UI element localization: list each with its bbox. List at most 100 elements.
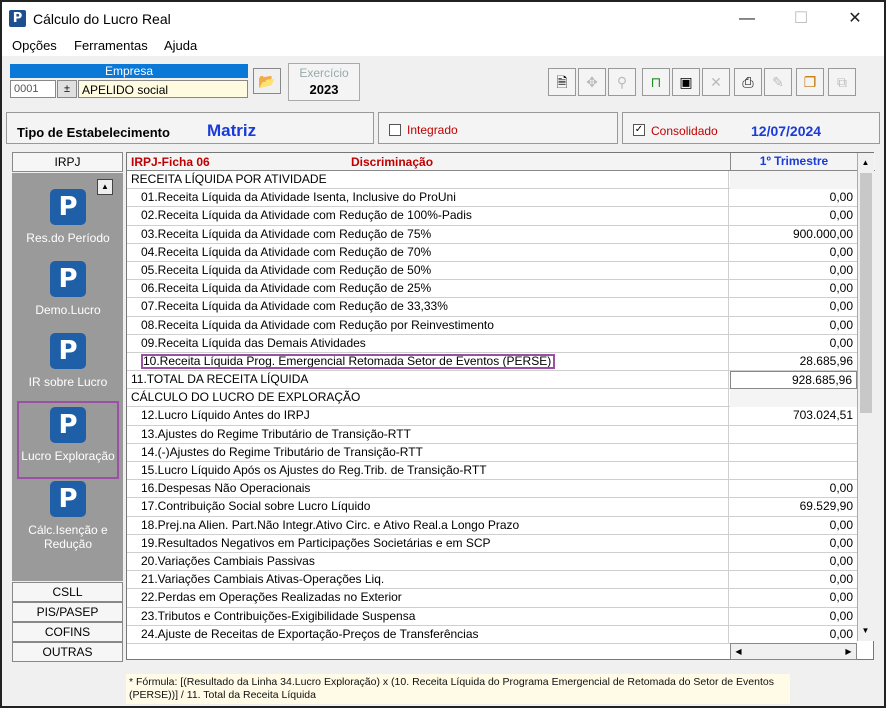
minimize-button[interactable]: — [724,6,770,32]
document-button[interactable]: 🗎 [548,68,576,96]
table-row[interactable]: 11.TOTAL DA RECEITA LÍQUIDA 928.685,96 [127,371,857,390]
table-row[interactable]: 19.Resultados Negativos em Participações… [127,534,857,553]
scroll-right-arrow-icon[interactable]: ▶ [841,644,856,659]
empresa-name-field[interactable]: APELIDO social [78,80,248,98]
table-row[interactable]: 16.Despesas Não Operacionais 0,00 [127,480,857,499]
row-value[interactable]: 0,00 [730,517,857,535]
row-value[interactable]: 0,00 [730,571,857,589]
tab-outras[interactable]: OUTRAS [12,642,123,662]
menu-opcoes[interactable]: Opções [12,38,57,53]
item-ir-sobre-lucro[interactable]: P IR sobre Lucro [17,333,119,389]
row-value[interactable]: 69.529,90 [730,498,857,516]
ficha-grid: IRPJ-Ficha 06 Discriminação 1º Trimestre… [126,152,875,660]
menu-ferramentas[interactable]: Ferramentas [74,38,148,53]
scroll-up-arrow-icon[interactable]: ▲ [858,155,873,170]
row-value[interactable]: 0,00 [730,189,857,207]
copy-button[interactable]: ❐ [796,68,824,96]
period-header[interactable]: 1º Trimestre [730,153,857,170]
table-row[interactable]: 17.Contribuição Social sobre Lucro Líqui… [127,498,857,517]
row-value[interactable]: 0,00 [730,608,857,626]
row-value[interactable]: 0,00 [730,480,857,498]
table-row[interactable]: 23.Tributos e Contribuições-Exigibilidad… [127,607,857,626]
consolidado-box: ✓ Consolidado 12/07/2024 [622,112,880,144]
search-button[interactable]: ⚲ [608,68,636,96]
row-value[interactable]: 0,00 [730,626,857,644]
discriminacao-header: Discriminação [351,155,434,169]
row-value[interactable] [730,462,857,480]
row-value[interactable]: 900.000,00 [730,226,857,244]
table-row[interactable]: 15.Lucro Líquido Após os Ajustes do Reg.… [127,462,857,481]
table-row[interactable]: 22.Perdas em Operações Realizadas no Ext… [127,589,857,608]
row-value[interactable]: 0,00 [730,280,857,298]
row-value[interactable]: 928.685,96 [730,371,857,390]
row-value[interactable]: 703.024,51 [730,407,857,425]
row-value[interactable]: 0,00 [730,335,857,353]
horizontal-scrollbar[interactable]: ◀ ▶ [730,643,857,660]
table-row[interactable]: 24.Ajuste de Receitas de Exportação-Preç… [127,625,857,644]
ficha-title: IRPJ-Ficha 06 [131,155,210,169]
table-row[interactable]: 02.Receita Líquida da Atividade com Redu… [127,207,857,226]
tipo-label: Tipo de Estabelecimento [17,125,170,140]
row-value[interactable]: 0,00 [730,244,857,262]
table-row[interactable]: 09.Receita Líquida das Demais Atividades… [127,334,857,353]
empresa-code-field[interactable]: 0001 [10,80,56,98]
table-row[interactable]: 20.Variações Cambiais Passivas 0,00 [127,552,857,572]
row-value[interactable]: 0,00 [730,553,857,571]
item-calc-isencao[interactable]: P Cálc.Isenção e Redução [17,481,119,551]
date-label: 12/07/2024 [751,123,822,139]
row-value[interactable]: 0,00 [730,317,857,335]
tab-pis-pasep[interactable]: PIS/PASEP [12,602,123,622]
row-value[interactable]: 0,00 [730,535,857,553]
lock-button[interactable]: ⊓ [642,68,670,96]
search-icon: ⚲ [616,74,628,90]
table-row[interactable]: 06.Receita Líquida da Atividade com Redu… [127,280,857,299]
row-value[interactable] [730,444,857,462]
table-row[interactable]: 21.Variações Cambiais Ativas-Operações L… [127,571,857,590]
table-row[interactable]: 07.Receita Líquida da Atividade com Redu… [127,298,857,317]
tab-cofins[interactable]: COFINS [12,622,123,642]
scroll-thumb[interactable] [860,173,872,413]
item-res-periodo[interactable]: P Res.do Período [17,189,119,245]
row-value[interactable]: 0,00 [730,298,857,316]
table-row[interactable]: 12.Lucro Líquido Antes do IRPJ 703.024,51 [127,407,857,426]
scroll-down-arrow-icon[interactable]: ▼ [858,623,873,638]
table-row[interactable]: 05.Receita Líquida da Atividade com Redu… [127,261,857,281]
edit-button[interactable]: ✎ [764,68,792,96]
item-demo-lucro[interactable]: P Demo.Lucro [17,261,119,317]
integrado-checkbox[interactable] [389,124,401,136]
menu-ajuda[interactable]: Ajuda [164,38,197,53]
table-row[interactable]: 13.Ajustes do Regime Tributário de Trans… [127,425,857,444]
row-value[interactable] [730,426,857,444]
table-row[interactable]: RECEITA LÍQUIDA POR ATIVIDADE [127,171,857,190]
table-row[interactable]: CÁLCULO DO LUCRO DE EXPLORAÇÃO [127,389,857,408]
row-value[interactable]: 0,00 [730,589,857,607]
row-value[interactable] [730,389,857,408]
table-row[interactable]: 18.Prej.na Alien. Part.Não Integr.Ativo … [127,516,857,535]
table-row[interactable]: 08.Receita Líquida da Atividade com Redu… [127,316,857,335]
print-icon: ⎙ [742,74,754,90]
navigate-button[interactable]: ✥ [578,68,606,96]
table-row[interactable]: 10.Receita Líquida Prog. Emergencial Ret… [127,352,857,372]
table-row[interactable]: 03.Receita Líquida da Atividade com Redu… [127,225,857,244]
print-button[interactable]: ⎙ [734,68,762,96]
maximize-button[interactable]: ☐ [778,6,824,32]
tab-irpj[interactable]: IRPJ [12,152,123,172]
empresa-spin-button[interactable]: ± [57,80,77,98]
vertical-scrollbar[interactable]: ▲ ▼ [857,153,874,641]
save-button[interactable]: ▣ [672,68,700,96]
table-row[interactable]: 14.(-)Ajustes do Regime Tributário de Tr… [127,443,857,462]
row-value[interactable]: 0,00 [730,262,857,280]
tab-csll[interactable]: CSLL [12,582,123,602]
table-row[interactable]: 01.Receita Líquida da Atividade Isenta, … [127,189,857,208]
export-button[interactable]: ⧉ [828,68,856,96]
scroll-left-arrow-icon[interactable]: ◀ [731,644,746,659]
close-button[interactable]: ✕ [832,6,878,32]
table-row[interactable]: 04.Receita Líquida da Atividade com Redu… [127,243,857,262]
row-value[interactable]: 0,00 [730,207,857,225]
item-lucro-exploracao[interactable]: P Lucro Exploração [17,401,119,479]
delete-button[interactable]: ✕ [702,68,730,96]
consolidado-checkbox[interactable]: ✓ [633,124,645,136]
open-folder-button[interactable]: 📂 [253,68,281,94]
row-value[interactable] [730,171,857,189]
row-value[interactable]: 28.685,96 [730,353,857,371]
